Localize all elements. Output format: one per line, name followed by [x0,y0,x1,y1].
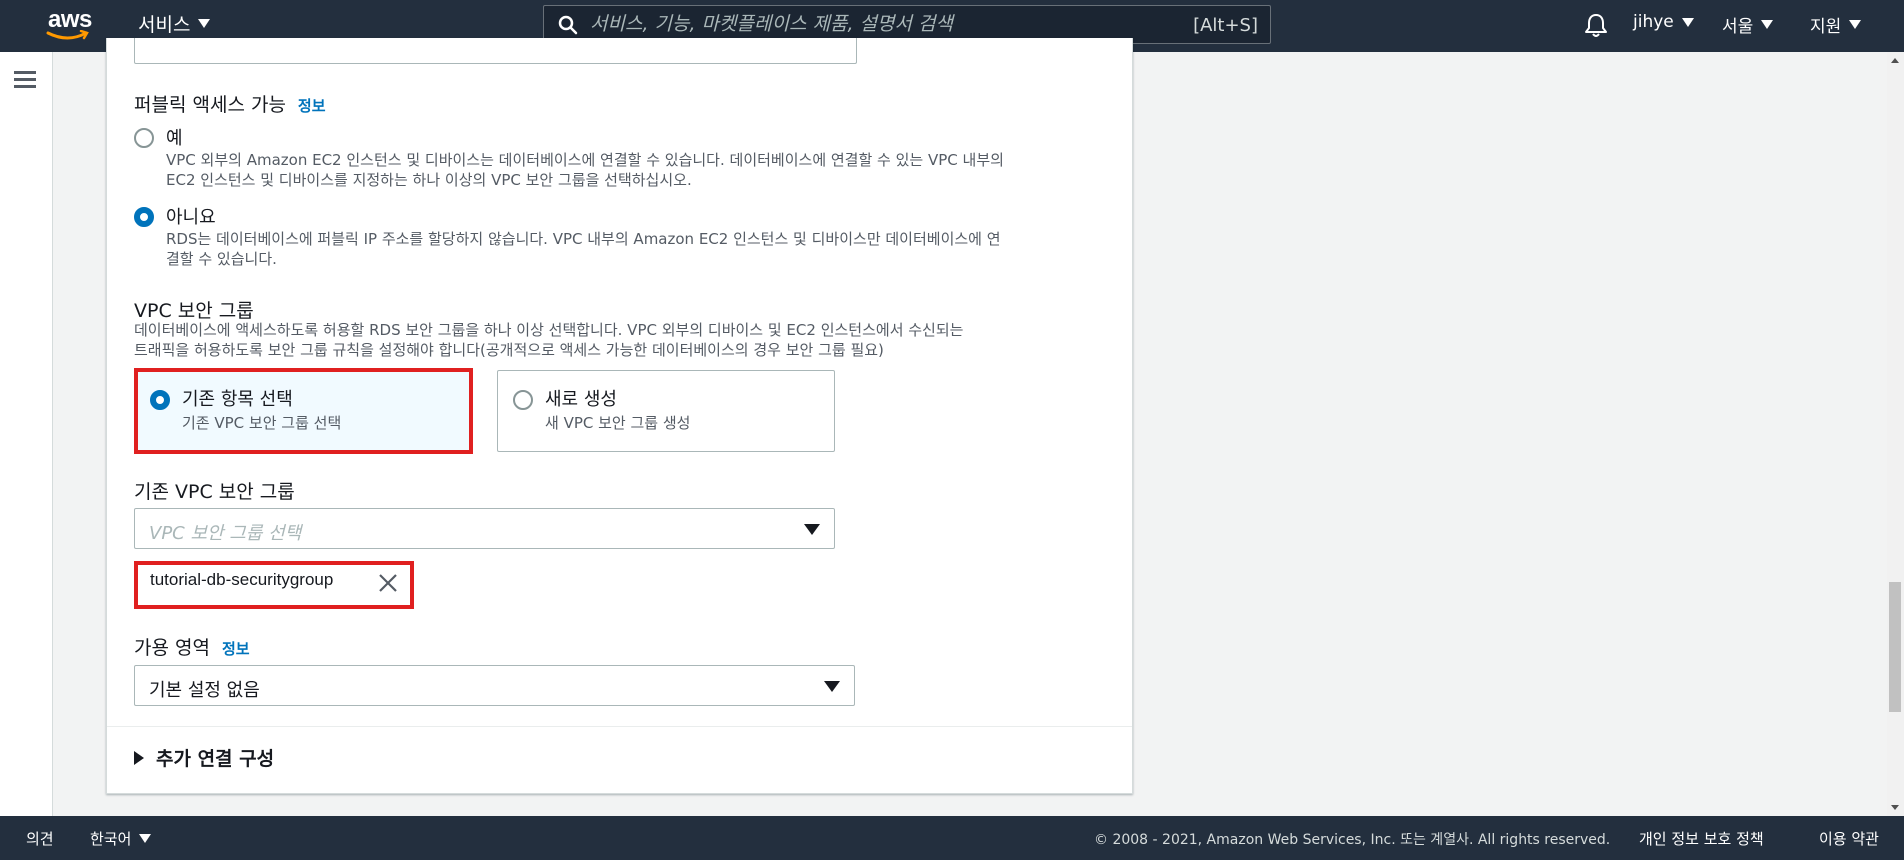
services-menu[interactable]: 서비스 [138,10,211,37]
availability-zone-info-link[interactable]: 정보 [222,638,250,659]
previous-input-field[interactable] [134,38,857,64]
highlight-box [134,368,473,454]
public-access-no-label: 아니요 [166,207,216,228]
close-icon[interactable] [378,573,398,593]
selected-sg-token: tutorial-db-securitygroup [134,561,414,601]
search-icon [558,15,578,35]
aws-smile-icon [46,30,89,40]
availability-zone-value: 기본 설정 없음 [149,680,260,701]
availability-zone-label: 가용 영역 [134,637,210,659]
divider [107,726,1132,727]
create-new-subtitle: 새 VPC 보안 그룹 생성 [545,414,691,432]
caret-down-icon [804,524,820,535]
vpc-sg-heading: VPC 보안 그룹 [134,296,254,323]
vpc-sg-description: 데이터베이스에 액세스하도록 허용할 RDS 보안 그룹을 하나 이상 선택합니… [134,321,964,359]
selected-sg-token-label: tutorial-db-securitygroup [150,570,334,589]
user-menu[interactable]: jihye [1633,12,1694,32]
availability-zone-select[interactable]: 기본 설정 없음 [134,665,855,706]
availability-zone-heading: 가용 영역 정보 [134,633,250,660]
vpc-sg-select[interactable]: VPC 보안 그룹 선택 [134,508,835,549]
create-new-tile[interactable]: 새로 생성 새 VPC 보안 그룹 생성 [497,370,835,452]
caret-down-icon [824,681,840,692]
scroll-up-arrow-icon[interactable] [1891,58,1899,63]
create-new-radio[interactable] [513,390,533,410]
chevron-down-icon [1761,20,1774,29]
additional-config-label: 추가 연결 구성 [156,748,275,770]
chevron-down-icon [139,834,152,843]
caret-right-icon [134,750,144,765]
scroll-thumb[interactable] [1889,582,1901,712]
vpc-sg-title: VPC 보안 그룹 [134,300,254,322]
terms-link[interactable]: 이용 약관 [1819,828,1879,849]
menu-icon[interactable] [14,71,36,89]
scroll-down-arrow-icon[interactable] [1891,805,1899,810]
public-access-info-link[interactable]: 정보 [298,95,326,116]
user-label: jihye [1633,12,1674,32]
public-access-yes-label: 예 [166,128,183,149]
create-new-title: 새로 생성 [545,389,617,410]
public-access-heading: 퍼블릭 액세스 가능 정보 [134,90,326,117]
support-label: 지원 [1810,17,1842,37]
support-menu[interactable]: 지원 [1810,12,1862,37]
search-shortcut-hint: [Alt+S] [1193,15,1258,36]
chevron-down-icon [1681,17,1694,27]
existing-vpc-sg-label: 기존 VPC 보안 그룹 [134,481,295,503]
page-scrollbar[interactable] [1887,52,1904,816]
public-access-title: 퍼블릭 액세스 가능 [134,94,286,116]
services-label: 서비스 [138,14,191,36]
chevron-down-icon [198,19,211,28]
additional-config-expander[interactable]: 추가 연결 구성 [134,744,274,771]
footer: 의견 한국어 © 2008 - 2021, Amazon Web Service… [0,816,1904,860]
vpc-sg-select-placeholder: VPC 보안 그룹 선택 [149,523,302,544]
copyright-text: © 2008 - 2021, Amazon Web Services, Inc.… [1094,832,1611,848]
privacy-policy-link[interactable]: 개인 정보 보호 정책 [1639,828,1764,849]
language-selector[interactable]: 한국어 [90,828,152,849]
aws-logo[interactable]: aws [46,6,94,42]
language-label: 한국어 [90,830,132,848]
region-label: 서울 [1722,17,1754,37]
connectivity-panel: 퍼블릭 액세스 가능 정보 예 VPC 외부의 Amazon EC2 인스턴스 … [106,38,1133,794]
public-access-no-description: RDS는 데이터베이스에 퍼블릭 IP 주소를 할당하지 않습니다. VPC 내… [166,230,1001,268]
bell-icon[interactable] [1584,12,1608,38]
chevron-down-icon [1849,20,1862,29]
region-menu[interactable]: 서울 [1722,12,1774,37]
public-access-no-radio[interactable] [134,207,154,227]
feedback-link[interactable]: 의견 [26,828,54,849]
public-access-yes-description: VPC 외부의 Amazon EC2 인스턴스 및 디바이스는 데이터베이스에 … [166,151,1004,189]
search-input[interactable] [590,10,1190,38]
side-navigation-rail [0,52,53,816]
public-access-yes-radio[interactable] [134,128,154,148]
